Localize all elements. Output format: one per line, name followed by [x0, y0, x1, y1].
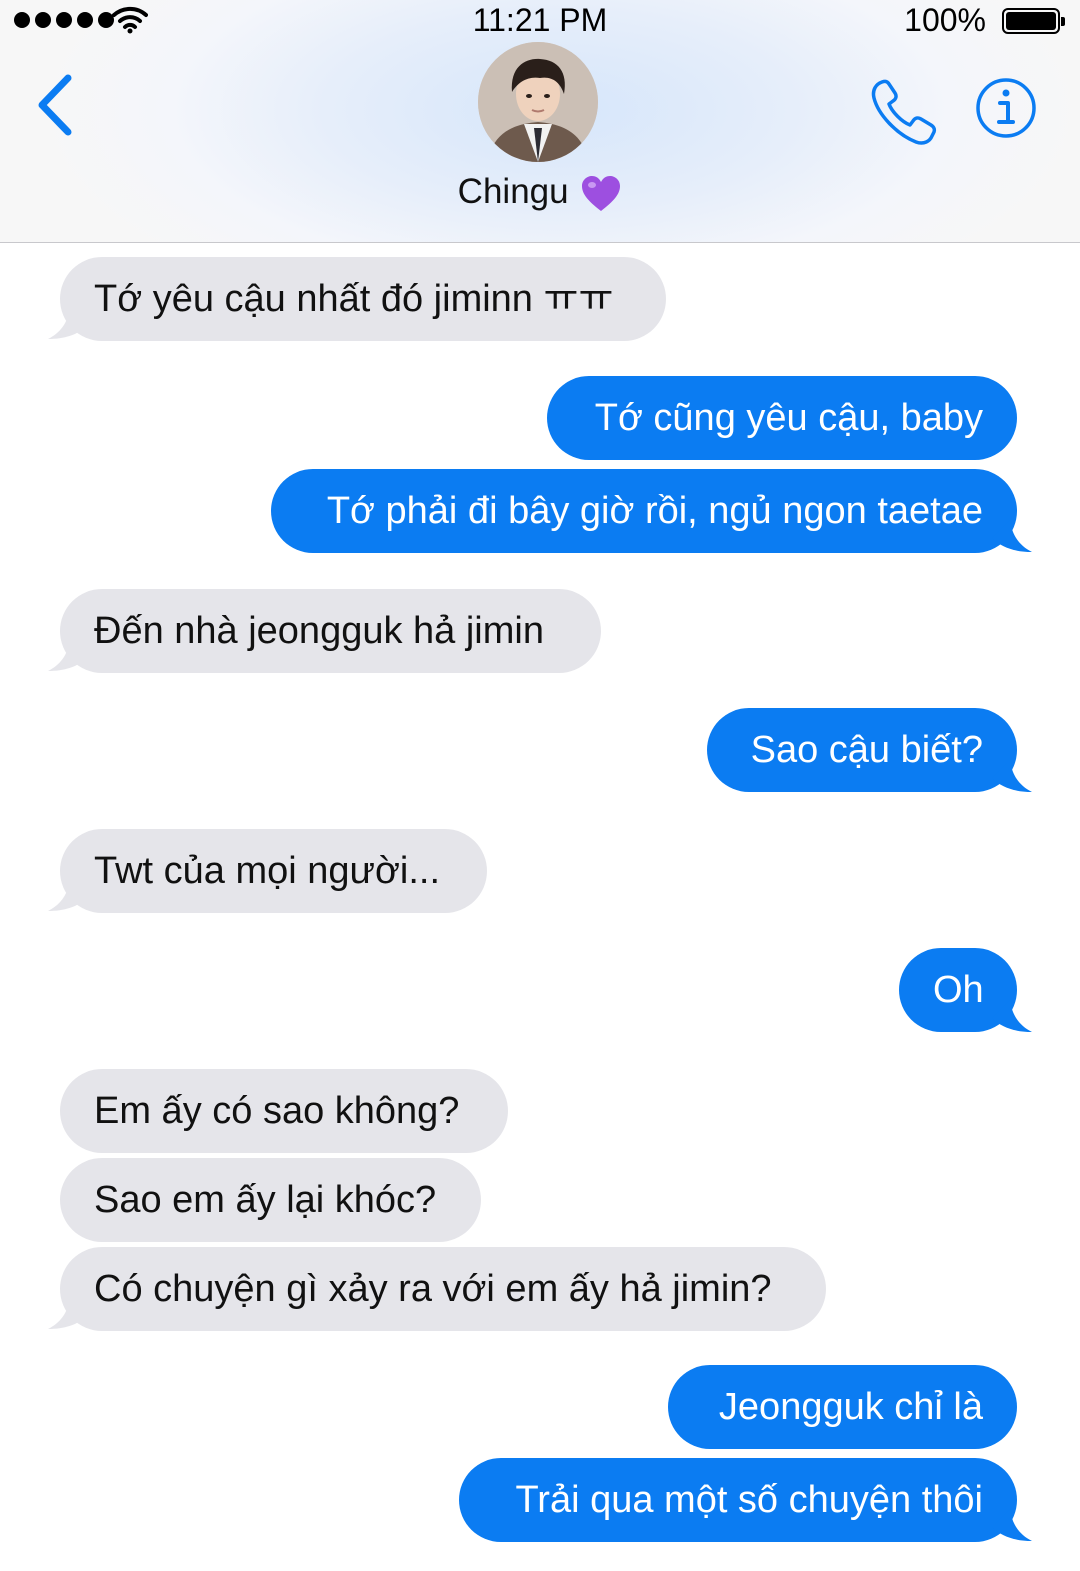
incoming-message[interactable]: Em ấy có sao không?: [60, 1069, 508, 1153]
bubble-tail: [992, 1509, 1032, 1541]
incoming-message[interactable]: Đến nhà jeongguk hả jimin: [60, 589, 601, 673]
incoming-message[interactable]: Twt của mọi người...: [60, 829, 487, 913]
incoming-message[interactable]: Sao em ấy lại khóc?: [60, 1158, 481, 1242]
contact-avatar[interactable]: [478, 42, 598, 162]
avatar-photo: [478, 42, 598, 162]
info-icon[interactable]: [974, 76, 1038, 140]
outgoing-message[interactable]: Tớ cũng yêu cậu, baby: [547, 376, 1017, 460]
status-bar: 11:21 PM 100%: [0, 0, 1080, 44]
incoming-message[interactable]: Có chuyện gì xảy ra với em ấy hả jimin?: [60, 1247, 826, 1331]
outgoing-message[interactable]: Tớ phải đi bây giờ rồi, ngủ ngon taetae: [271, 469, 1017, 553]
bubble-tail: [992, 760, 1032, 792]
battery-percent: 100%: [904, 2, 986, 38]
bubble-tail: [992, 1000, 1032, 1032]
bubble-tail: [48, 307, 88, 339]
bubble-tail: [48, 879, 88, 911]
battery-icon: [1002, 8, 1065, 34]
bubble-tail: [48, 639, 88, 671]
outgoing-message[interactable]: Jeongguk chỉ là: [668, 1365, 1017, 1449]
outgoing-message[interactable]: Trải qua một số chuyện thôi: [459, 1458, 1017, 1542]
purple-heart-icon: [582, 175, 621, 211]
contact-name[interactable]: Chingu: [0, 172, 1080, 213]
bubble-tail: [48, 1297, 88, 1329]
phone-icon[interactable]: [868, 78, 938, 148]
incoming-message[interactable]: Tớ yêu cậu nhất đó jiminn ㅠㅠ: [60, 257, 666, 341]
outgoing-message[interactable]: Sao cậu biết?: [707, 708, 1017, 792]
contact-name-label: Chingu: [457, 172, 569, 211]
bubble-tail: [992, 520, 1032, 552]
conversation-header: 11:21 PM 100% Chingu: [0, 0, 1080, 243]
back-chevron-icon[interactable]: [30, 70, 80, 140]
